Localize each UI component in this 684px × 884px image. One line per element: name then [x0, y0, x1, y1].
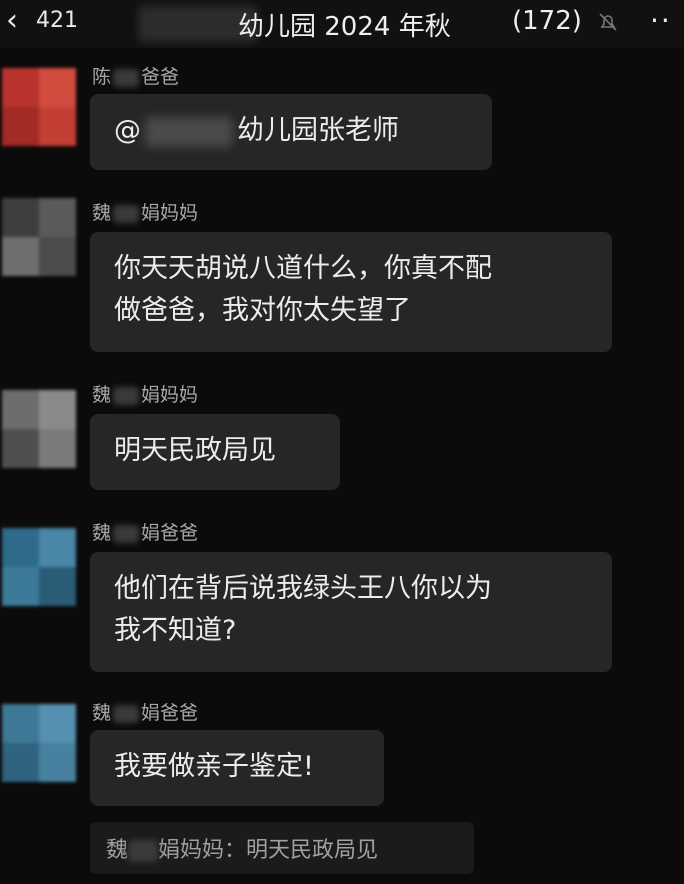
sender-name: 魏娟爸爸 [92, 522, 199, 544]
member-count: (172) [512, 6, 582, 36]
avatar[interactable] [2, 704, 76, 782]
message-bubble[interactable]: @ 幼儿园张老师 [90, 94, 492, 170]
avatar[interactable] [2, 390, 76, 468]
sender-name: 魏娟爸爸 [92, 702, 199, 724]
avatar[interactable] [2, 68, 76, 146]
group-title: 幼儿园 2024 年秋 [238, 12, 451, 42]
mention-redaction [145, 116, 233, 147]
chat-header: ‹ 421 幼儿园 2024 年秋 (172) ·· [0, 0, 684, 48]
more-options-icon[interactable]: ·· [650, 4, 672, 37]
avatar[interactable] [2, 198, 76, 276]
sender-name: 魏娟妈妈 [92, 202, 199, 224]
quoted-reply[interactable]: 魏娟妈妈：明天民政局见 [90, 822, 474, 874]
bell-muted-icon [599, 13, 617, 31]
sender-name: 魏娟妈妈 [92, 384, 199, 406]
back-chevron-icon[interactable]: ‹ [6, 6, 18, 36]
message-bubble[interactable]: 我要做亲子鉴定! [90, 730, 384, 806]
avatar[interactable] [2, 528, 76, 606]
message-bubble[interactable]: 明天民政局见 [90, 414, 340, 490]
sender-name: 陈爸爸 [92, 66, 180, 88]
message-bubble[interactable]: 你天天胡说八道什么，你真不配 做爸爸，我对你太失望了 [90, 232, 612, 352]
unread-count[interactable]: 421 [36, 8, 78, 33]
message-bubble[interactable]: 他们在背后说我绿头王八你以为 我不知道? [90, 552, 612, 672]
